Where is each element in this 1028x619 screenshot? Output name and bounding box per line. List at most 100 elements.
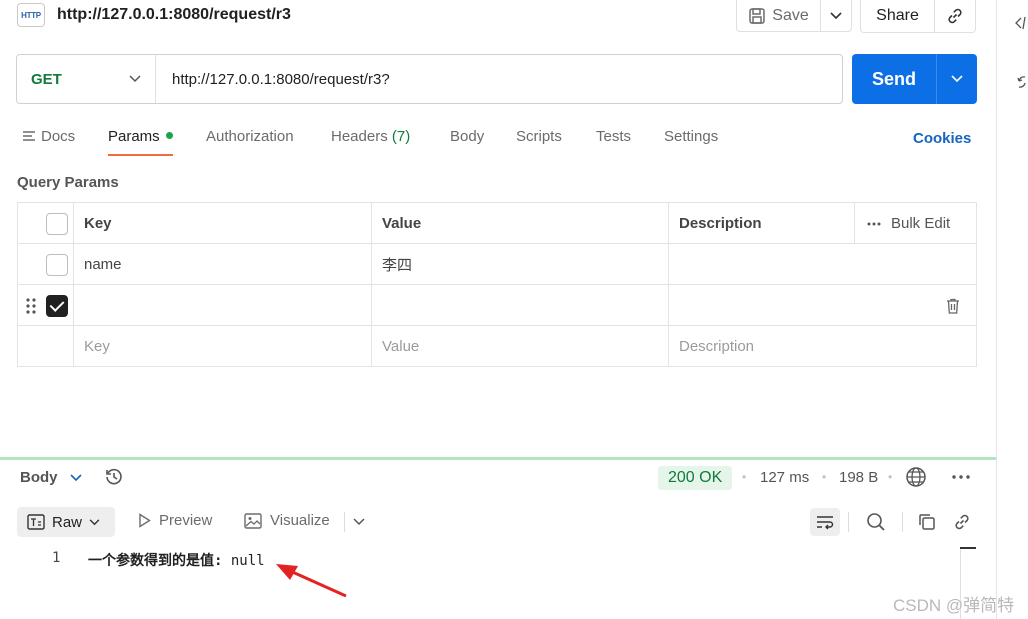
raw-view-select[interactable]: Raw [17,507,115,537]
bulk-edit-label: Bulk Edit [891,215,951,232]
tab-settings[interactable]: Settings [664,126,718,156]
status-badge[interactable]: 200 OK [658,466,733,490]
more-icon[interactable] [952,475,970,479]
link-icon [955,514,969,530]
link-icon [948,8,962,24]
toolbar-divider [344,512,345,532]
response-body-editor[interactable]: 1 一个参数得到的是值: null [0,547,960,619]
send-options-button[interactable] [937,54,977,104]
param-value-cell[interactable] [372,285,669,326]
preview-label: Preview [159,512,213,529]
raw-label: Raw [52,513,83,531]
row-check-cell [18,326,74,367]
pane-divider[interactable] [0,457,996,460]
response-line: 一个参数得到的是值: null [88,550,265,570]
param-value-cell[interactable]: 李四 [372,244,669,285]
raw-text-icon [27,514,45,530]
copy-link-button[interactable] [947,508,977,536]
trash-icon[interactable] [946,298,960,314]
image-icon [244,512,262,529]
separator-dot: • [822,470,827,484]
response-line-value: null [230,553,265,569]
scrollbar-thumb[interactable] [960,547,976,549]
description-header: Description [679,215,762,232]
param-key-cell[interactable]: name [74,244,372,285]
visualize-label: Visualize [270,512,330,529]
url-input[interactable]: http://127.0.0.1:8080/request/r3? [156,71,390,88]
param-description-cell[interactable] [669,285,976,326]
code-icon[interactable] [1015,16,1027,30]
table-row [18,285,976,326]
tab-headers[interactable]: Headers (7) [331,126,410,156]
chevron-down-icon[interactable] [353,518,365,526]
response-size[interactable]: 198 B [839,469,878,486]
tab-headers-count: (7) [391,128,411,145]
row-check-cell [18,244,74,285]
key-header: Key [74,203,372,244]
docs-icon [23,131,35,141]
share-button-group: Share [860,0,976,33]
search-button[interactable] [861,508,891,536]
save-label: Save [772,6,809,24]
play-icon [139,513,151,528]
tab-scripts[interactable]: Scripts [516,126,562,156]
tab-docs[interactable]: Docs [22,126,75,156]
response-body-label: Body [20,469,58,486]
tab-params[interactable]: Params [108,126,173,156]
tab-authorization[interactable]: Authorization [206,126,294,156]
query-params-title: Query Params [17,174,119,191]
separator-dot: • [742,470,747,484]
more-icon [867,222,881,225]
visualize-button[interactable]: Visualize [244,512,330,529]
request-title[interactable]: http://127.0.0.1:8080/request/r3 [57,6,291,24]
right-sidebar [996,0,1028,619]
tab-headers-label: Headers [331,128,388,145]
table-row: name 李四 [18,244,976,285]
tab-docs-label: Docs [41,128,76,145]
param-key-cell[interactable] [74,285,372,326]
chevron-down-icon [129,75,141,83]
wrap-icon [817,516,834,530]
new-value-input[interactable]: Value [372,326,669,367]
new-description-input[interactable]: Description [669,326,976,367]
param-description-cell[interactable] [669,244,976,285]
history-icon[interactable] [104,467,124,487]
bulk-edit-button[interactable]: Bulk Edit [854,203,976,244]
line-number: 1 [52,550,61,566]
row-checkbox[interactable] [46,295,68,317]
share-button[interactable]: Share [861,0,935,32]
tab-tests[interactable]: Tests [596,126,631,156]
globe-icon[interactable] [905,466,927,488]
cookies-link[interactable]: Cookies [913,130,971,147]
tab-params-label: Params [108,128,160,145]
wrap-lines-button[interactable] [810,508,840,536]
search-icon [867,513,885,531]
method-select[interactable]: GET [17,55,156,103]
separator-dot: • [888,470,893,484]
http-request-icon: HTTP [17,3,45,27]
copy-icon [919,514,935,530]
method-label: GET [31,70,62,88]
save-options-button[interactable] [821,0,851,31]
chevron-down-icon[interactable] [70,474,82,482]
response-line-text: 一个参数得到的是值: [88,553,231,569]
send-button[interactable]: Send [852,54,937,104]
select-all-cell [18,203,74,244]
toolbar-divider [848,512,849,532]
select-all-checkbox[interactable] [46,213,68,235]
drag-handle-icon[interactable] [26,297,36,315]
chevron-down-icon [951,75,963,83]
params-table: Key Value Description Bulk Edit name 李四 … [17,202,977,367]
chevron-down-icon [830,11,842,19]
copy-link-button[interactable] [935,0,975,32]
row-checkbox[interactable] [46,254,68,276]
toolbar-divider [902,512,903,532]
response-time[interactable]: 127 ms [760,469,809,486]
tab-body[interactable]: Body [450,126,484,156]
sync-icon[interactable] [1017,74,1027,90]
save-icon [749,7,766,24]
new-key-input[interactable]: Key [74,326,372,367]
save-button[interactable]: Save [737,0,821,31]
copy-button[interactable] [912,508,942,536]
preview-button[interactable]: Preview [138,512,212,529]
